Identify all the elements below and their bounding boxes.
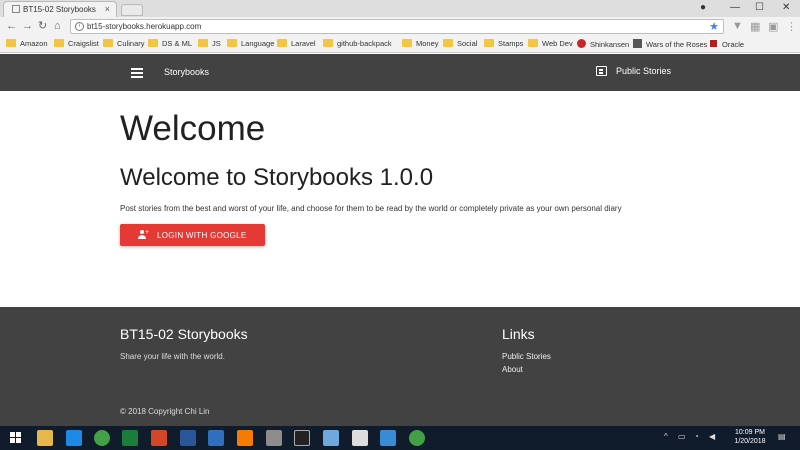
wifi-icon[interactable]: ◔ xyxy=(694,432,699,441)
page-favicon-icon xyxy=(12,5,20,13)
extension-icon[interactable]: ▣ xyxy=(768,20,778,33)
footer-links-title: Links xyxy=(502,326,535,342)
folder-icon xyxy=(198,39,208,47)
chrome-active-icon[interactable] xyxy=(409,430,425,446)
back-icon[interactable]: ← xyxy=(6,19,17,33)
browser-toolbar: ← → ↻ ⌂ i bt15-storybooks.herokuapp.com … xyxy=(0,17,800,37)
bookmark-item[interactable]: Web Dev xyxy=(528,39,573,48)
folder-icon xyxy=(323,39,333,47)
home-icon[interactable]: ⌂ xyxy=(54,19,61,33)
browser-tab[interactable]: BT15-02 Storybooks × xyxy=(3,1,117,17)
intro-text: Post stories from the best and worst of … xyxy=(120,204,622,213)
close-tab-icon[interactable]: × xyxy=(105,4,110,14)
oracle-icon xyxy=(709,39,718,48)
footer-title: BT15-02 Storybooks xyxy=(120,326,248,342)
brand-link[interactable]: Storybooks xyxy=(164,67,209,77)
volume-icon[interactable]: ◀ xyxy=(709,432,715,441)
windows-taskbar: ^ ▭ ◔ ◀ 10:09 PM 1/20/2018 ▤ xyxy=(0,426,800,450)
new-tab-button[interactable] xyxy=(121,4,143,16)
login-button-label: LOGIN WITH GOOGLE xyxy=(157,231,247,240)
tab-title: BT15-02 Storybooks xyxy=(23,5,96,14)
maximize-button[interactable]: ☐ xyxy=(755,2,764,13)
file-explorer-icon[interactable] xyxy=(37,430,53,446)
folder-icon xyxy=(148,39,158,47)
folder-icon xyxy=(528,39,538,47)
bookmark-item[interactable]: Social xyxy=(443,39,477,48)
page-title: Welcome xyxy=(120,109,266,148)
app-icon[interactable] xyxy=(380,430,396,446)
site-navbar: Storybooks Public Stories xyxy=(0,54,800,91)
extension-icon[interactable]: ▦ xyxy=(750,20,760,33)
bookmark-item[interactable]: github-backpack xyxy=(323,39,392,48)
app-icon[interactable] xyxy=(352,430,368,446)
bookmark-item[interactable]: Wars of the Roses xyxy=(633,39,707,49)
url-text: bt15-storybooks.herokuapp.com xyxy=(87,22,202,31)
address-bar[interactable]: i bt15-storybooks.herokuapp.com ★ xyxy=(70,19,724,34)
site-info-icon[interactable]: i xyxy=(75,22,84,31)
edge-icon[interactable] xyxy=(66,430,82,446)
calculator-icon[interactable] xyxy=(266,430,282,446)
site-footer: BT15-02 Storybooks Share your life with … xyxy=(0,307,800,426)
xampp-icon[interactable] xyxy=(237,430,253,446)
page-subtitle: Welcome to Storybooks 1.0.0 xyxy=(120,164,434,191)
folder-icon xyxy=(227,39,237,47)
reload-icon[interactable]: ↻ xyxy=(38,19,47,33)
bookmark-item[interactable]: Amazon xyxy=(6,39,48,48)
folder-icon xyxy=(484,39,494,47)
main-content: Welcome Welcome to Storybooks 1.0.0 Post… xyxy=(0,91,800,307)
bookmark-item[interactable]: Craigslist xyxy=(54,39,99,48)
terminal-icon[interactable] xyxy=(294,430,310,446)
excel-icon[interactable] xyxy=(122,430,138,446)
footer-link-public-stories[interactable]: Public Stories xyxy=(502,352,551,361)
powerpoint-icon[interactable] xyxy=(151,430,167,446)
folder-icon xyxy=(277,39,287,47)
windows-start-icon[interactable] xyxy=(10,432,22,444)
bookmark-item[interactable]: Oracle xyxy=(709,39,744,49)
clock-date: 1/20/2018 xyxy=(734,438,766,445)
bookmark-item[interactable]: Money xyxy=(402,39,439,48)
profile-icon[interactable]: ● xyxy=(700,2,706,13)
word-icon[interactable] xyxy=(180,430,196,446)
red-dot-icon xyxy=(577,39,586,48)
minimize-button[interactable]: — xyxy=(730,2,740,13)
network-icon[interactable]: ▭ xyxy=(678,432,686,441)
extension-icon[interactable]: ▼ xyxy=(732,20,743,32)
nav-public-stories[interactable]: Public Stories xyxy=(596,66,671,76)
book-icon xyxy=(596,66,607,76)
app-icon[interactable] xyxy=(323,430,339,446)
folder-icon xyxy=(6,39,16,47)
person-add-icon: + xyxy=(138,229,149,239)
taskbar-clock[interactable]: 10:09 PM 1/20/2018 xyxy=(730,428,770,446)
footer-link-about[interactable]: About xyxy=(502,365,523,374)
bookmark-item[interactable]: DS & ML xyxy=(148,39,192,48)
folder-icon xyxy=(54,39,64,47)
bookmark-star-icon[interactable]: ★ xyxy=(709,20,719,33)
footer-tagline: Share your life with the world. xyxy=(120,352,225,361)
hamburger-menu-icon[interactable] xyxy=(131,68,143,78)
folder-icon xyxy=(402,39,412,47)
bookmark-item[interactable]: Shinkansen xyxy=(577,39,629,49)
bookmark-item[interactable]: Laravel xyxy=(277,39,316,48)
copyright-text: © 2018 Copyright Chi Lin xyxy=(120,407,210,416)
folder-icon xyxy=(443,39,453,47)
bookmark-item[interactable]: Stamps xyxy=(484,39,523,48)
menu-icon[interactable]: ⋮ xyxy=(786,20,797,33)
bookmark-item[interactable]: Language xyxy=(227,39,274,48)
clock-time: 10:09 PM xyxy=(735,429,765,436)
bookmark-item[interactable]: JS xyxy=(198,39,221,48)
bookmark-item[interactable]: Culinary xyxy=(103,39,145,48)
tray-chevron-icon[interactable]: ^ xyxy=(664,432,668,441)
browser-tabstrip: BT15-02 Storybooks × ● — ☐ ✕ xyxy=(0,0,800,17)
notifications-icon[interactable]: ▤ xyxy=(778,432,786,441)
bookmarks-bar: Amazon Craigslist Culinary DS & ML JS La… xyxy=(0,37,800,53)
folder-icon xyxy=(103,39,113,47)
chrome-icon[interactable] xyxy=(94,430,110,446)
nav-public-stories-label: Public Stories xyxy=(616,66,672,76)
login-google-button[interactable]: + LOGIN WITH GOOGLE xyxy=(120,224,265,246)
vscode-icon[interactable] xyxy=(208,430,224,446)
forward-icon[interactable]: → xyxy=(22,19,33,33)
site-icon xyxy=(633,39,642,48)
close-window-button[interactable]: ✕ xyxy=(782,2,790,13)
